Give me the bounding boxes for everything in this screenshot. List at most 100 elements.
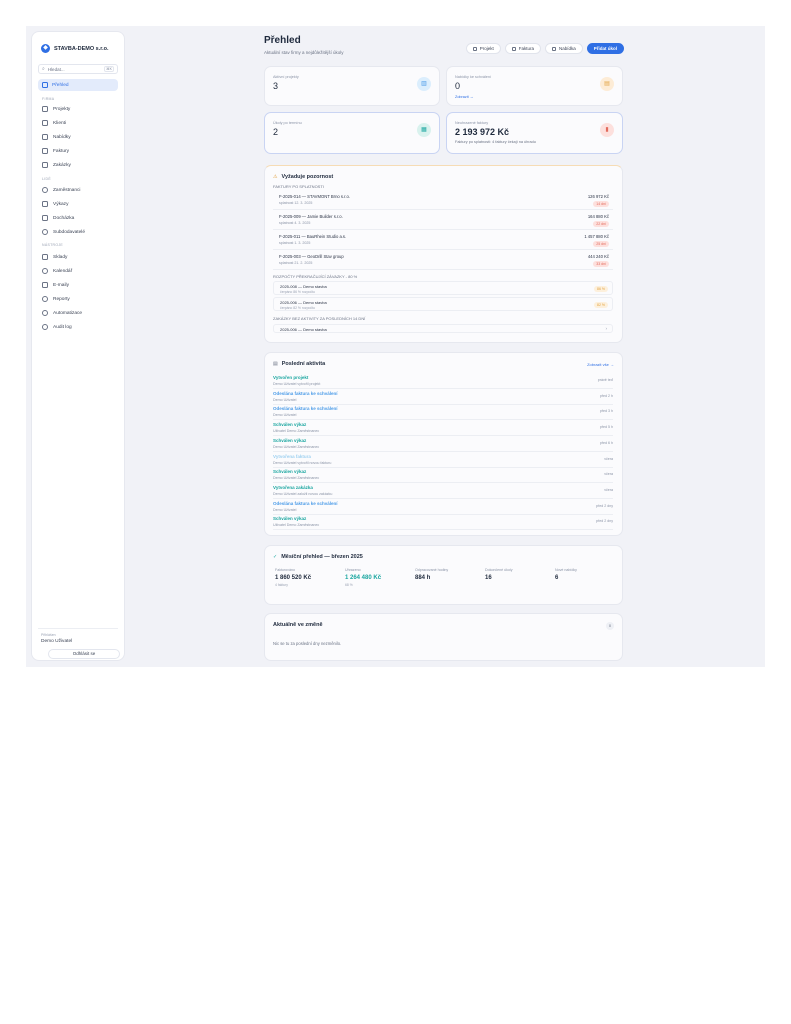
- sidebar-item-vykazy[interactable]: Výkazy: [42, 200, 68, 208]
- document-icon: ▤: [600, 77, 614, 91]
- new-offer-button[interactable]: Nabídka: [544, 43, 583, 54]
- section-header: ▤ Poslední aktivita: [273, 361, 325, 367]
- sidebar-item-projekty[interactable]: Projekty: [42, 105, 70, 113]
- sidebar-item-audit-log[interactable]: Audit log: [42, 323, 72, 331]
- invoice-row[interactable]: F-2025-009 — Jamie Builder s.r.o. splatn…: [273, 211, 613, 230]
- mail-icon: [42, 282, 48, 288]
- automation-icon: [42, 310, 48, 316]
- invoice-row[interactable]: F-2025-011 — BauRhein Studio a.s. splatn…: [273, 231, 613, 250]
- sidebar-item-zakazky[interactable]: Zakázky: [42, 161, 71, 169]
- stat-card-overdue-tasks[interactable]: Úkoly po termínu 2 ▦: [264, 112, 440, 154]
- new-invoice-button[interactable]: Faktura: [504, 43, 541, 54]
- sidebar-item-label: Zakázky: [53, 162, 71, 168]
- invoice-date: splatnost 21. 2. 2025: [279, 261, 313, 265]
- kpi-item: Odpracované hodiny 884 h: [415, 568, 483, 583]
- kpi-label: Odpracované hodiny: [415, 568, 449, 572]
- monthly-card: ✓ Měsíční přehled — březen 2025 Fakturov…: [264, 545, 623, 605]
- budget-badge: 82 %: [594, 302, 608, 308]
- activity-title: Schválen výkaz: [273, 422, 307, 428]
- kpi-item: Nové nabídky 6: [555, 568, 623, 583]
- kpi-value: 1 264 480 Kč: [345, 575, 382, 581]
- kpi-item: Uhrazeno 1 264 480 Kč 68 %: [345, 568, 413, 587]
- sidebar-item-klienti[interactable]: Klienti: [42, 119, 66, 127]
- calendar-icon: ▦: [417, 123, 431, 137]
- activity-time: před 2 dny: [596, 519, 613, 524]
- user-name: Demo Uživatel: [41, 639, 73, 644]
- invoice-row[interactable]: F-2025-014 — STAVMONT Brno s.r.o. splatn…: [273, 191, 613, 210]
- new-project-button[interactable]: Projekt: [465, 43, 501, 54]
- sidebar-item-nabidky[interactable]: Nabídky: [42, 133, 71, 141]
- activity-row[interactable]: Odeslána faktura ke schválení Demo Uživat…: [273, 499, 613, 515]
- sidebar-item-subdodavatele[interactable]: Subdodavatelé: [42, 228, 85, 236]
- button-label: Nabídka: [558, 46, 576, 51]
- sidebar-item-label: Klienti: [53, 120, 67, 126]
- stat-note: Faktury po splatnosti: 4 faktury čekají …: [455, 140, 536, 144]
- invoice-name: F-2025-009 — Jamie Builder s.r.o.: [279, 214, 343, 219]
- nav-section-label: LIDÉ: [42, 177, 51, 181]
- invoice-icon: [42, 148, 48, 154]
- sidebar-item-reporty[interactable]: Reporty: [42, 295, 70, 303]
- activity-row[interactable]: Odeslána faktura ke schválení Demo Uživat…: [273, 389, 613, 405]
- search-input[interactable]: ⌕ Hledat... ⌘K: [38, 64, 118, 74]
- activity-desc: Demo Uživatel založil novou zakázku: [273, 491, 333, 496]
- clipboard-icon: [42, 201, 48, 207]
- activity-row[interactable]: Schválen výkaz Uživatel Demo Zaměstnanec p…: [273, 420, 613, 437]
- activity-row[interactable]: Schválen výkaz Uživatel Demo Zaměstnanec p…: [273, 514, 613, 531]
- kpi-label: Fakturováno: [275, 568, 295, 572]
- stat-value: 2: [273, 127, 279, 137]
- invoice-date: splatnost 12. 3. 2025: [279, 201, 313, 205]
- stat-link[interactable]: Zobrazit →: [455, 95, 474, 99]
- activity-desc: Demo Uživatel: [273, 397, 297, 402]
- activity-time: před 2 dny: [596, 503, 613, 508]
- activity-time: právě teď: [597, 378, 613, 382]
- sidebar-item-emaily[interactable]: E-maily: [42, 281, 69, 289]
- activity-time: před 2 h: [599, 393, 613, 398]
- dashboard-icon: [42, 82, 48, 88]
- subheading: FAKTURY PO SPLATNOSTI: [273, 184, 324, 189]
- sidebar-item-faktury[interactable]: Faktury: [42, 147, 69, 155]
- stat-card-active-projects[interactable]: Aktivní projekty 3 ▥: [264, 66, 440, 106]
- stat-card-offers[interactable]: Nabídky ke schválení 0 Zobrazit → ▤: [446, 66, 623, 106]
- activity-row[interactable]: Schválen výkaz Demo Uživatel Zaměstnanec v…: [273, 467, 613, 484]
- invoice-name: F-2025-003 — GeoDrill Stav group: [279, 254, 344, 259]
- history-icon: [42, 324, 48, 330]
- activity-row[interactable]: Schválen výkaz Demo Uživatel Zaměstnanec p…: [273, 436, 613, 452]
- header-actions: Projekt Faktura Nabídka Přidat úkol: [465, 43, 624, 54]
- activity-title: Odeslána faktura ke schválení: [273, 500, 338, 506]
- activity-row[interactable]: Vytvořen projekt Demo Uživatel vytvořil p…: [273, 373, 613, 389]
- stat-value: 0: [455, 81, 461, 91]
- kpi-label: Dokončené úkoly: [485, 568, 513, 572]
- page-title: Přehled: [264, 35, 301, 46]
- sidebar-item-label: Kalendář: [53, 268, 73, 274]
- activity-row[interactable]: Vytvořena faktura Demo Uživatel vytvořil …: [273, 452, 613, 468]
- folder-icon: [42, 106, 48, 112]
- client-icon: [42, 120, 48, 126]
- activity-title: Schválen výkaz: [273, 437, 307, 443]
- activity-desc: Uživatel Demo Zaměstnanec: [273, 523, 320, 528]
- activity-title: Odeslána faktura ke schválení: [273, 390, 338, 396]
- sidebar-item-dochazka[interactable]: Docházka: [42, 214, 74, 222]
- page-subtitle: Aktuální stav firmy a nejdůležitější úko…: [264, 50, 344, 55]
- sidebar-item-sklady[interactable]: Sklady: [42, 253, 67, 261]
- sidebar-item-label: Audit log: [53, 324, 72, 330]
- logout-button[interactable]: Odhlásit se: [48, 649, 120, 659]
- sidebar-item-automatizace[interactable]: Automatizace: [42, 309, 82, 317]
- kpi-item: Dokončené úkoly 16: [485, 568, 553, 583]
- kpi-item: Fakturováno 1 860 520 Kč 4 faktury: [275, 568, 343, 587]
- sidebar-item-prehled[interactable]: Přehled: [38, 79, 118, 91]
- show-all-link[interactable]: Zobrazit vše →: [587, 362, 614, 367]
- budget-row[interactable]: 2025-006 — Demo stavba čerpáno 82 % rozp…: [273, 297, 613, 311]
- invoice-row[interactable]: F-2025-003 — GeoDrill Stav group splatno…: [273, 251, 613, 270]
- button-label: Projekt: [479, 46, 494, 51]
- sidebar-item-label: Subdodavatelé: [53, 229, 86, 235]
- activity-row[interactable]: Vytvořena zakázka Demo Uživatel založil n…: [273, 483, 613, 499]
- brand-name: STAVBA-DEMO s.r.o.: [54, 45, 109, 52]
- activity-row[interactable]: Odeslána faktura ke schválení Demo Uživat…: [273, 404, 613, 421]
- add-task-button[interactable]: Přidat úkol: [586, 43, 624, 54]
- sidebar-item-zamestnanci[interactable]: Zaměstnanci: [42, 186, 80, 194]
- budget-row[interactable]: 2025-008 — Demo stavba čerpáno 86 % rozp…: [273, 281, 613, 295]
- stat-card-unpaid-invoices[interactable]: Neuhrazené faktury 2 193 972 Kč Faktury …: [446, 112, 623, 154]
- inactive-job-row[interactable]: 2025-006 — Demo stavba ›: [273, 324, 613, 333]
- brand[interactable]: ◆ STAVBA-DEMO s.r.o.: [41, 44, 109, 53]
- sidebar-item-kalendar[interactable]: Kalendář: [42, 267, 72, 275]
